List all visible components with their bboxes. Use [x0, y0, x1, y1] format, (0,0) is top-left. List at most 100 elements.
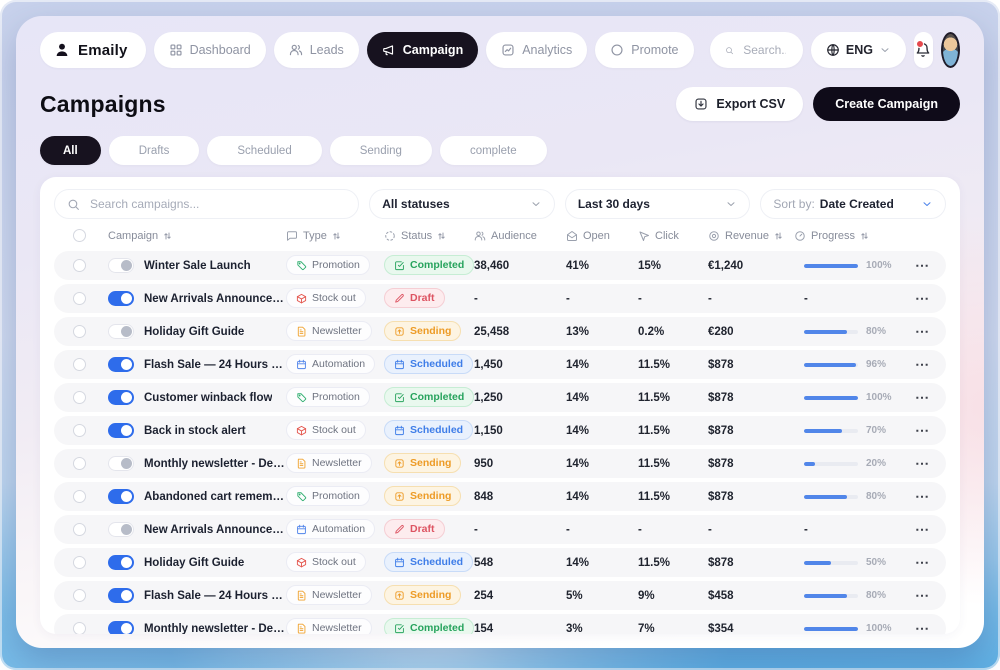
campaign-enabled-toggle[interactable]: [108, 291, 134, 306]
campaign-name: Back in stock alert: [144, 425, 246, 437]
brand-logo[interactable]: Emaily: [40, 32, 146, 68]
nav-item-analytics[interactable]: Analytics: [486, 32, 587, 68]
create-campaign-button[interactable]: Create Campaign: [813, 87, 960, 121]
campaign-enabled-toggle[interactable]: [108, 324, 134, 339]
export-csv-button[interactable]: Export CSV: [676, 87, 803, 121]
campaign-enabled-toggle[interactable]: [108, 390, 134, 405]
row-select-radio[interactable]: [73, 457, 86, 470]
row-menu-button[interactable]: ⋯: [915, 524, 930, 534]
table-row[interactable]: Back in stock alertStock outScheduled1,1…: [54, 416, 946, 445]
tab-scheduled[interactable]: Scheduled: [207, 136, 321, 165]
row-menu-button[interactable]: ⋯: [915, 491, 930, 501]
tab-drafts[interactable]: Drafts: [109, 136, 200, 165]
row-menu-button[interactable]: ⋯: [915, 359, 930, 369]
column-header-status[interactable]: Status: [384, 230, 474, 242]
column-header-progress[interactable]: Progress: [794, 230, 892, 242]
row-menu-button[interactable]: ⋯: [915, 293, 930, 303]
campaign-enabled-toggle[interactable]: [108, 555, 134, 570]
person-icon: [54, 42, 70, 58]
row-select-radio[interactable]: [73, 490, 86, 503]
status-filter-select[interactable]: All statuses: [369, 189, 555, 219]
revenue-value: $878: [708, 425, 794, 437]
row-select-radio[interactable]: [73, 424, 86, 437]
campaign-enabled-toggle[interactable]: [108, 423, 134, 438]
type-badge: Stock out: [286, 288, 366, 308]
table-row[interactable]: Holiday Gift GuideNewsletterSending25,45…: [54, 317, 946, 346]
user-avatar[interactable]: [941, 32, 960, 68]
table-row[interactable]: Holiday Gift GuideStock outScheduled5481…: [54, 548, 946, 577]
row-menu-button[interactable]: ⋯: [915, 590, 930, 600]
progress-cell: -: [794, 524, 892, 536]
column-header-revenue[interactable]: Revenue: [708, 230, 794, 242]
row-menu-button[interactable]: ⋯: [915, 557, 930, 567]
select-all-radio[interactable]: [73, 229, 86, 242]
row-select-radio[interactable]: [73, 259, 86, 272]
table-row[interactable]: New Arrivals AnnouncementStock outDraft-…: [54, 284, 946, 313]
language-selector[interactable]: ENG: [811, 32, 906, 68]
nav-item-dashboard[interactable]: Dashboard: [154, 32, 266, 68]
tag-icon: [296, 260, 307, 271]
status-filter-value: All statuses: [382, 197, 449, 211]
row-select-radio[interactable]: [73, 523, 86, 536]
click-rate: 11.5%: [638, 491, 708, 503]
row-select-radio[interactable]: [73, 292, 86, 305]
open-rate: 13%: [566, 326, 638, 338]
campaign-enabled-toggle[interactable]: [108, 357, 134, 372]
table-row[interactable]: Monthly newsletter - Decem...NewsletterC…: [54, 614, 946, 634]
row-menu-button[interactable]: ⋯: [915, 623, 930, 633]
chevron-down-icon: [879, 44, 891, 56]
status-badge: Completed: [384, 255, 474, 275]
file-text-icon: [296, 326, 307, 337]
progress-bar: [804, 627, 858, 631]
row-select-radio[interactable]: [73, 556, 86, 569]
row-select-radio[interactable]: [73, 622, 86, 634]
row-select-radio[interactable]: [73, 589, 86, 602]
open-rate: 14%: [566, 392, 638, 404]
table-row[interactable]: Flash Sale — 24 Hours OnlyNewsletterSend…: [54, 581, 946, 610]
open-rate: 14%: [566, 425, 638, 437]
row-menu-button[interactable]: ⋯: [915, 260, 930, 270]
global-search[interactable]: [710, 32, 803, 68]
nav-item-leads[interactable]: Leads: [274, 32, 359, 68]
table-row[interactable]: Winter Sale LaunchPromotionCompleted38,4…: [54, 251, 946, 280]
table-row[interactable]: New Arrivals AnnouncementAutomationDraft…: [54, 515, 946, 544]
sort-select[interactable]: Sort by: Date Created: [760, 189, 946, 219]
table-row[interactable]: Abandoned cart rememberPromotionSending8…: [54, 482, 946, 511]
tab-all[interactable]: All: [40, 136, 101, 165]
nav-item-campaign[interactable]: Campaign: [367, 32, 478, 68]
row-select-radio[interactable]: [73, 325, 86, 338]
table-row[interactable]: Flash Sale — 24 Hours OnlyAutomationSche…: [54, 350, 946, 379]
progress-bar: [804, 396, 858, 400]
nav-item-promote[interactable]: Promote: [595, 32, 693, 68]
progress-percent: 50%: [866, 557, 886, 568]
revenue-value: $458: [708, 590, 794, 602]
table-row[interactable]: Customer winback flowPromotionCompleted1…: [54, 383, 946, 412]
row-menu-button[interactable]: ⋯: [915, 392, 930, 402]
column-header-type[interactable]: Type: [286, 230, 384, 242]
campaign-enabled-toggle[interactable]: [108, 522, 134, 537]
status-label: Completed: [410, 259, 464, 271]
date-range-select[interactable]: Last 30 days: [565, 189, 751, 219]
row-menu-button[interactable]: ⋯: [915, 458, 930, 468]
row-select-radio[interactable]: [73, 358, 86, 371]
row-menu-button[interactable]: ⋯: [915, 326, 930, 336]
campaign-search[interactable]: [54, 189, 359, 219]
campaign-enabled-toggle[interactable]: [108, 258, 134, 273]
tab-sending[interactable]: Sending: [330, 136, 432, 165]
notifications-button[interactable]: [914, 32, 933, 68]
campaign-search-input[interactable]: [88, 196, 346, 212]
tab-complete[interactable]: complete: [440, 136, 547, 165]
global-search-input[interactable]: [741, 42, 788, 58]
sort-icon: [774, 231, 783, 241]
type-label: Automation: [312, 358, 365, 370]
table-header-row: CampaignTypeStatusAudienceOpenClickReven…: [54, 219, 946, 251]
campaign-enabled-toggle[interactable]: [108, 588, 134, 603]
table-row[interactable]: Monthly newsletter - Decem...NewsletterS…: [54, 449, 946, 478]
campaign-enabled-toggle[interactable]: [108, 456, 134, 471]
column-label: Click: [655, 230, 679, 242]
campaign-enabled-toggle[interactable]: [108, 489, 134, 504]
row-select-radio[interactable]: [73, 391, 86, 404]
row-menu-button[interactable]: ⋯: [915, 425, 930, 435]
column-header-campaign[interactable]: Campaign: [100, 230, 286, 242]
campaign-enabled-toggle[interactable]: [108, 621, 134, 634]
